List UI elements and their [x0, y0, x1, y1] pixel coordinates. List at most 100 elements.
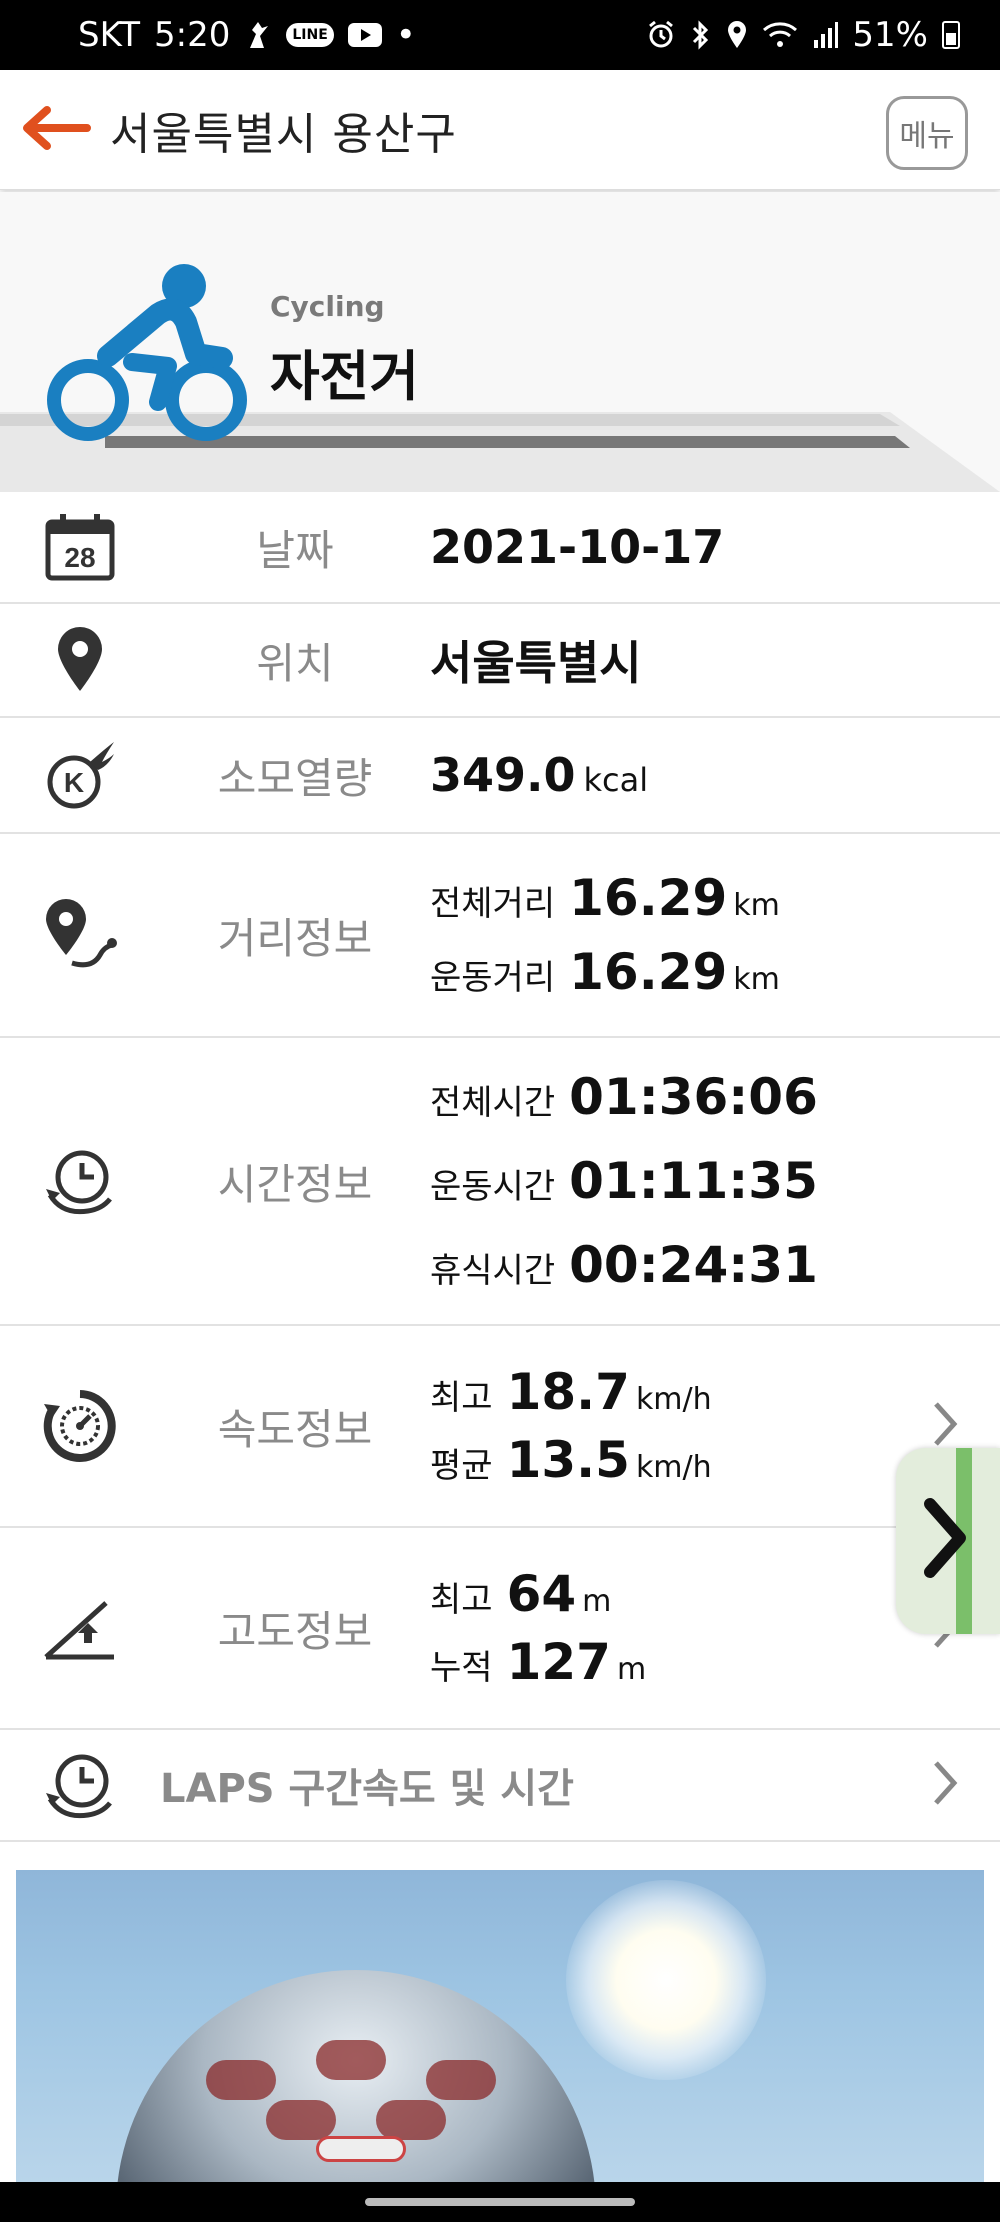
exercise-time-value: 01:11:35 — [569, 1152, 818, 1210]
avg-speed: 평균 13.5 km/h — [430, 1431, 712, 1489]
cyclist-icon — [46, 262, 256, 456]
max-speed-label: 최고 — [430, 1378, 493, 1418]
bluetooth-icon — [690, 20, 712, 50]
helmet-logo — [316, 2136, 406, 2162]
menu-button[interactable]: 메뉴 — [886, 96, 968, 170]
activity-details: 28 날짜 2021-10-17 위치 서울특별시 K 소모열량 349.0 kc… — [0, 492, 1000, 1842]
rest-time-label: 휴식시간 — [430, 1251, 556, 1291]
row-time: 시간정보 전체시간 01:36:06 운동시간 01:11:35 휴식시간 00… — [0, 1038, 1000, 1326]
exercise-distance-value: 16.29 — [569, 943, 728, 1001]
total-time-value: 01:36:06 — [569, 1068, 818, 1126]
total-time: 전체시간 01:36:06 — [430, 1068, 818, 1126]
route-pin-icon — [0, 899, 160, 971]
altitude-values: 최고 64 m 누적 127 m — [430, 1565, 646, 1691]
cumulative-altitude-value: 127 — [506, 1633, 611, 1691]
total-time-label: 전체시간 — [430, 1083, 556, 1123]
distance-label: 거리정보 — [217, 913, 373, 963]
chevron-right-icon — [924, 1498, 966, 1578]
battery-icon — [942, 21, 960, 49]
exercise-distance: 운동거리 16.29 km — [430, 943, 780, 1001]
sun-glare — [566, 1880, 766, 2080]
back-button[interactable] — [0, 70, 110, 190]
row-location: 위치 서울특별시 — [0, 604, 1000, 718]
total-distance-value: 16.29 — [569, 869, 728, 927]
max-speed-unit: km/h — [635, 1382, 712, 1417]
page-title: 서울특별시 용산구 — [110, 108, 457, 160]
calories-value: 349.0 — [430, 748, 576, 802]
rest-time-value: 00:24:31 — [569, 1236, 818, 1294]
alarm-icon — [646, 20, 676, 50]
max-speed: 최고 18.7 km/h — [430, 1363, 712, 1421]
clock-cycle-icon — [0, 1143, 160, 1219]
max-altitude-value: 64 — [506, 1565, 577, 1623]
exercise-distance-label: 운동거리 — [430, 958, 556, 998]
row-calories: K 소모열량 349.0 kcal — [0, 718, 1000, 834]
time-label: 시간정보 — [217, 1159, 373, 1209]
total-distance-label: 전체거리 — [430, 884, 556, 924]
date-value: 2021-10-17 — [430, 520, 725, 574]
exercise-time: 운동시간 01:11:35 — [430, 1152, 818, 1210]
calories-unit: kcal — [583, 761, 649, 799]
cumulative-altitude: 누적 127 m — [430, 1633, 646, 1691]
carrier-label: SKT — [78, 15, 141, 55]
row-altitude[interactable]: 고도정보 최고 64 m 누적 127 m — [0, 1528, 1000, 1730]
back-arrow-icon — [19, 104, 91, 156]
location-value: 서울특별시 — [430, 636, 642, 690]
app-header: 서울특별시 용산구 메뉴 — [0, 70, 1000, 190]
map-toggle-button[interactable] — [896, 1448, 1000, 1634]
time-values: 전체시간 01:36:06 운동시간 01:11:35 휴식시간 00:24:3… — [430, 1068, 818, 1294]
signal-icon — [812, 20, 839, 50]
activity-photo[interactable] — [16, 1870, 984, 2182]
max-speed-value: 18.7 — [506, 1363, 630, 1421]
helmet-image — [116, 1970, 596, 2182]
avg-speed-value: 13.5 — [506, 1431, 630, 1489]
wifi-icon — [762, 20, 798, 50]
activity-subtitle: Cycling — [270, 290, 385, 323]
location-label: 위치 — [256, 638, 334, 688]
laps-label: LAPS 구간속도 및 시간 — [160, 1766, 574, 1812]
svg-text:K: K — [64, 767, 84, 798]
activity-title: 자전거 — [270, 345, 420, 408]
speed-label: 속도정보 — [217, 1404, 373, 1454]
exercise-distance-unit: km — [733, 962, 780, 997]
calories-label: 소모열량 — [217, 753, 373, 803]
max-altitude: 최고 64 m — [430, 1565, 646, 1623]
altitude-slope-icon — [0, 1593, 160, 1663]
total-distance-unit: km — [733, 888, 780, 923]
line-app-icon: LINE — [286, 23, 334, 47]
max-altitude-unit: m — [582, 1584, 612, 1619]
system-nav-bar — [0, 2182, 1000, 2222]
youtube-icon — [347, 23, 382, 47]
chevron-right-icon — [930, 1400, 960, 1452]
row-laps[interactable]: LAPS 구간속도 및 시간 — [0, 1730, 1000, 1842]
speedometer-icon — [0, 1388, 160, 1464]
speed-values: 최고 18.7 km/h 평균 13.5 km/h — [430, 1363, 712, 1489]
distance-values: 전체거리 16.29 km 운동거리 16.29 km — [430, 869, 780, 1001]
exercise-time-label: 운동시간 — [430, 1167, 556, 1207]
cumulative-altitude-label: 누적 — [430, 1648, 493, 1688]
status-bar: SKT 5:20 LINE • 51% — [0, 0, 1000, 70]
altitude-label: 고도정보 — [217, 1606, 373, 1656]
battery-percent: 51% — [852, 15, 928, 55]
avg-speed-label: 평균 — [430, 1446, 493, 1486]
fitness-icon — [244, 20, 272, 50]
lap-clock-icon — [0, 1747, 160, 1823]
rest-time: 휴식시간 00:24:31 — [430, 1236, 818, 1294]
row-distance: 거리정보 전체거리 16.29 km 운동거리 16.29 km — [0, 834, 1000, 1038]
row-speed[interactable]: 속도정보 최고 18.7 km/h 평균 13.5 km/h — [0, 1326, 1000, 1528]
clock: 5:20 — [154, 15, 231, 55]
avg-speed-unit: km/h — [635, 1450, 712, 1485]
cumulative-altitude-unit: m — [616, 1652, 647, 1687]
max-altitude-label: 최고 — [430, 1580, 493, 1620]
home-gesture-handle[interactable] — [365, 2198, 635, 2206]
total-distance: 전체거리 16.29 km — [430, 869, 780, 927]
calories-value-group: 349.0 kcal — [430, 748, 648, 802]
location-icon — [726, 20, 748, 50]
activity-hero: Cycling 자전거 — [0, 192, 1000, 492]
row-date: 28 날짜 2021-10-17 — [0, 492, 1000, 604]
map-pin-icon — [0, 627, 160, 693]
calendar-day: 28 — [64, 542, 95, 573]
dot-icon: • — [395, 15, 416, 55]
chevron-right-icon — [930, 1759, 960, 1811]
calorie-flame-icon: K — [0, 740, 160, 810]
